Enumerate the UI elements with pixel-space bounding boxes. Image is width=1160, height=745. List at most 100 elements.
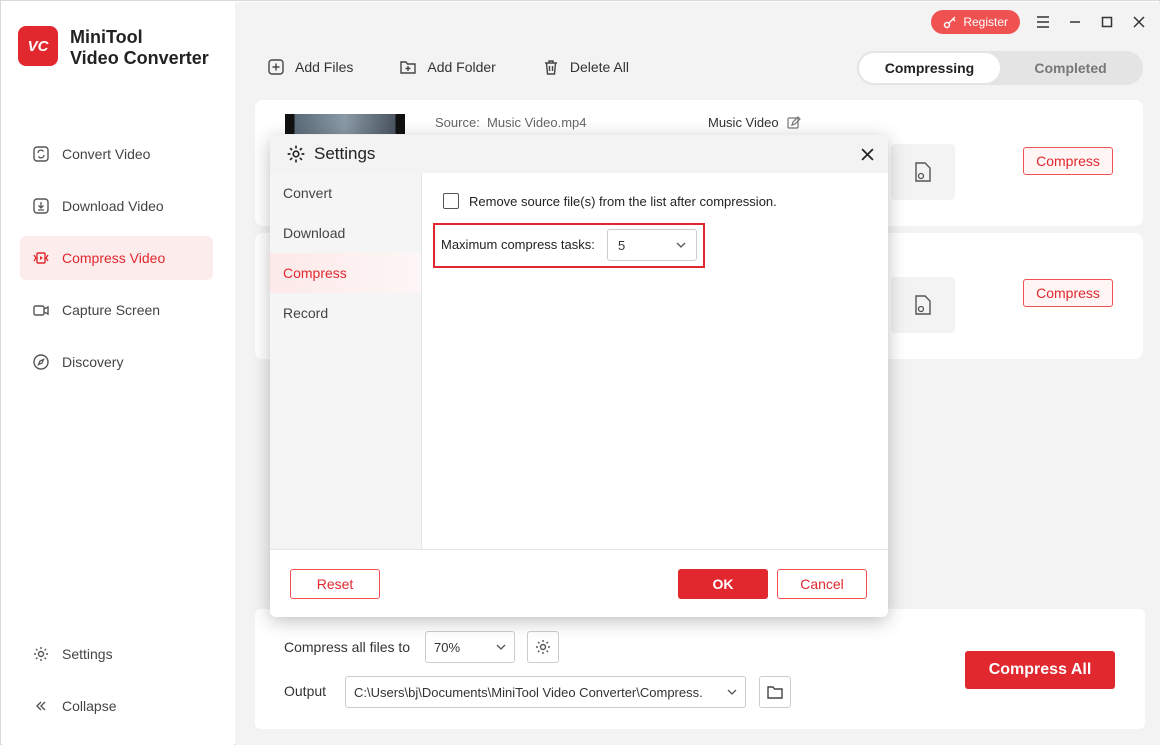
toolbar: Add Files Add Folder Delete All xyxy=(267,58,629,76)
add-folder-label: Add Folder xyxy=(427,59,496,75)
app-window: VC MiniTool Video Converter Convert Vide… xyxy=(0,0,1160,745)
target-filename: Music Video xyxy=(708,115,779,130)
output-path: C:\Users\bj\Documents\MiniTool Video Con… xyxy=(354,684,703,700)
dialog-close-button[interactable] xyxy=(856,143,878,165)
bottom-panel: Compress all files to 70% Output C:\User… xyxy=(255,609,1145,729)
sidebar-item-label: Settings xyxy=(62,646,113,662)
file-settings-icon xyxy=(915,295,931,315)
close-icon[interactable] xyxy=(1130,13,1148,31)
tab-compressing[interactable]: Compressing xyxy=(859,53,1000,83)
compress-settings-button[interactable] xyxy=(527,631,559,663)
file-settings-box[interactable] xyxy=(891,277,955,333)
compass-icon xyxy=(33,354,49,370)
remove-source-option: Remove source file(s) from the list afte… xyxy=(443,193,777,209)
file-settings-box[interactable] xyxy=(891,144,955,200)
chevron-down-icon xyxy=(727,689,737,695)
window-controls: Register xyxy=(931,10,1148,34)
sidebar: VC MiniTool Video Converter Convert Vide… xyxy=(2,2,234,745)
file-settings-icon xyxy=(915,162,931,182)
remove-source-checkbox[interactable] xyxy=(443,193,459,209)
app-logo: VC xyxy=(18,26,58,66)
source-info: Source: Music Video.mp4 xyxy=(435,115,587,130)
close-icon xyxy=(860,147,874,161)
open-folder-button[interactable] xyxy=(759,676,791,708)
delete-all-button[interactable]: Delete All xyxy=(542,58,629,76)
convert-icon xyxy=(33,146,49,162)
sidebar-bottom: Settings Collapse xyxy=(20,632,213,736)
max-tasks-select[interactable]: 5 xyxy=(607,229,697,261)
sidebar-item-label: Discovery xyxy=(62,354,124,370)
tab-completed[interactable]: Completed xyxy=(1000,53,1141,83)
max-tasks-label: Maximum compress tasks: xyxy=(441,237,595,252)
dialog-title: Settings xyxy=(314,144,376,163)
add-files-label: Add Files xyxy=(295,59,354,75)
folder-icon xyxy=(767,686,783,699)
ratio-select[interactable]: 70% xyxy=(425,631,515,663)
sidebar-item-download-video[interactable]: Download Video xyxy=(20,184,213,228)
tab-compress[interactable]: Compress xyxy=(270,253,421,293)
sidebar-item-label: Capture Screen xyxy=(62,302,161,318)
sidebar-item-collapse[interactable]: Collapse xyxy=(20,684,213,728)
output-label: Output xyxy=(284,683,327,699)
menu-icon[interactable] xyxy=(1034,13,1052,31)
delete-all-label: Delete All xyxy=(569,59,629,75)
sidebar-item-label: Convert Video xyxy=(62,146,151,162)
key-icon xyxy=(944,16,956,29)
edit-icon[interactable] xyxy=(786,115,801,130)
register-button[interactable]: Register xyxy=(931,10,1020,34)
sidebar-item-convert-video[interactable]: Convert Video xyxy=(20,132,213,176)
camera-icon xyxy=(33,305,49,316)
dialog-footer: Reset OK Cancel xyxy=(270,549,888,617)
ratio-value: 70% xyxy=(434,639,461,655)
download-icon xyxy=(33,198,49,214)
add-folder-icon xyxy=(400,61,417,74)
compress-button[interactable]: Compress xyxy=(1023,147,1113,175)
add-files-button[interactable]: Add Files xyxy=(267,58,353,76)
source-filename: Music Video.mp4 xyxy=(487,115,587,130)
sidebar-item-compress-video[interactable]: Compress Video xyxy=(20,236,213,280)
dialog-sidebar: Convert Download Compress Record xyxy=(270,173,421,549)
gear-icon xyxy=(536,640,550,654)
app-title-line1: MiniTool xyxy=(70,27,143,47)
cancel-button[interactable]: Cancel xyxy=(777,569,867,599)
tab-convert[interactable]: Convert xyxy=(270,173,421,213)
maximize-icon[interactable] xyxy=(1098,13,1116,31)
dialog-header: Settings xyxy=(270,135,888,173)
gear-icon xyxy=(34,647,48,661)
minimize-icon[interactable] xyxy=(1066,13,1084,31)
tab-download[interactable]: Download xyxy=(270,213,421,253)
compress-all-label: Compress all files to xyxy=(284,639,411,655)
sidebar-item-settings[interactable]: Settings xyxy=(20,632,213,676)
chevron-down-icon xyxy=(496,644,506,650)
trash-icon xyxy=(544,60,557,75)
sidebar-item-label: Download Video xyxy=(62,198,164,214)
chevron-down-icon xyxy=(676,242,686,248)
video-thumbnail xyxy=(285,114,405,134)
reset-button[interactable]: Reset xyxy=(290,569,380,599)
dialog-content: Remove source file(s) from the list afte… xyxy=(421,173,888,549)
sidebar-item-label: Collapse xyxy=(62,698,117,714)
gear-icon xyxy=(287,145,305,163)
compress-button[interactable]: Compress xyxy=(1023,279,1113,307)
source-label: Source: xyxy=(435,115,480,130)
sidebar-nav: Convert Video Download Video Compress Vi… xyxy=(20,132,213,392)
ok-button[interactable]: OK xyxy=(678,569,768,599)
sidebar-item-label: Compress Video xyxy=(62,250,166,266)
add-folder-button[interactable]: Add Folder xyxy=(399,58,496,76)
compress-icon xyxy=(33,252,49,264)
sidebar-item-discovery[interactable]: Discovery xyxy=(20,340,213,384)
register-label: Register xyxy=(963,15,1008,29)
max-tasks-value: 5 xyxy=(618,237,626,253)
add-file-icon xyxy=(268,59,284,75)
double-chevron-left-icon xyxy=(36,701,46,711)
app-title: MiniTool Video Converter xyxy=(70,27,209,69)
target-info: Music Video xyxy=(708,115,801,130)
tab-record[interactable]: Record xyxy=(270,293,421,333)
sidebar-item-capture-screen[interactable]: Capture Screen xyxy=(20,288,213,332)
remove-source-label: Remove source file(s) from the list afte… xyxy=(469,193,777,209)
compress-all-button[interactable]: Compress All xyxy=(965,651,1115,689)
status-tabs: Compressing Completed xyxy=(857,51,1143,85)
output-path-select[interactable]: C:\Users\bj\Documents\MiniTool Video Con… xyxy=(345,676,746,708)
settings-dialog: Settings Convert Download Compress Recor… xyxy=(270,135,888,617)
app-title-line2: Video Converter xyxy=(70,48,209,68)
